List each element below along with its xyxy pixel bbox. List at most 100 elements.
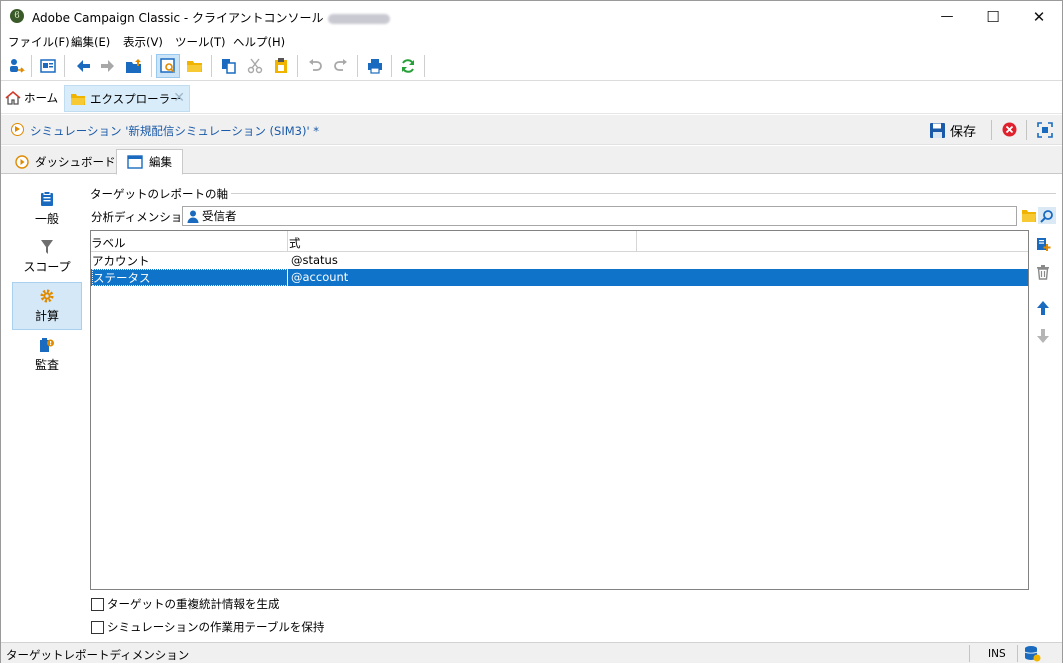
add-row-button[interactable] [1033,234,1053,254]
dimension-field[interactable]: 受信者 [182,206,1017,226]
menu-file[interactable]: ファイル(F) [8,34,70,50]
edit-window-icon [127,155,143,169]
redo-button[interactable] [329,54,353,78]
trash-icon [1037,265,1049,280]
database-icon [1024,646,1041,662]
move-up-button[interactable] [1033,298,1053,318]
grid-header: ラベル 式 [91,231,1028,252]
maximize-icon: ☐ [986,7,1000,26]
menu-help[interactable]: ヘルプ(H) [233,34,285,50]
fullscreen-button[interactable] [1037,122,1053,141]
tab-dashboard[interactable]: ダッシュボード [5,149,126,174]
home-tab-label: ホーム [24,91,59,105]
cut-button[interactable] [243,54,267,78]
delete-row-button[interactable] [1033,262,1053,282]
tab-edit[interactable]: 編集 [116,149,183,175]
database-status-button[interactable] [1024,645,1041,665]
status-bar: ターゲットレポートディメンション INS [1,642,1062,663]
insert-mode-indicator: INS [988,648,1006,660]
left-nav: 一般 スコープ 計算 監査 [1,175,87,641]
save-button[interactable]: 保存 [929,120,976,140]
duplicate-stats-checkbox[interactable]: ターゲットの重複統計情報を生成 [91,596,280,612]
row-expression-cell[interactable]: @account [291,270,348,284]
row-expression-cell[interactable]: @status [291,253,338,267]
column-separator[interactable] [287,231,288,252]
table-row-selected[interactable]: ステータス @account [91,269,1028,286]
expression-grid[interactable]: ラベル 式 アカウント @status ステータス @account [90,230,1029,590]
dimension-search-button[interactable] [1038,207,1056,224]
folder-up-button[interactable] [122,54,146,78]
app-window: ϐ Adobe Campaign Classic - クライアントコンソール —… [0,0,1063,663]
user-arrow-button[interactable] [4,54,28,78]
keep-work-table-label: シミュレーションの作業用テーブルを保持 [107,620,325,634]
keep-work-table-checkbox[interactable]: シミュレーションの作業用テーブルを保持 [91,619,324,635]
left-nav-calculation[interactable]: 計算 [12,282,82,330]
cancel-button[interactable] [1002,122,1017,140]
column-separator[interactable] [636,231,637,252]
context-bar: シミュレーション '新規配信シミュレーション (SIM3)' * 保存 [1,115,1062,145]
toolbar-separator [151,55,152,77]
undo-button[interactable] [303,54,327,78]
menu-view[interactable]: 表示(V) [123,34,163,50]
maximize-button[interactable]: ☐ [970,1,1016,32]
window-title-text: Adobe Campaign Classic - クライアントコンソール [32,11,324,25]
paste-button[interactable] [269,54,293,78]
column-header-expression[interactable]: 式 [289,235,301,251]
refresh-button[interactable] [396,54,420,78]
redo-icon [334,59,347,71]
user-arrow-icon [10,59,25,73]
separator [991,120,992,140]
group-divider [207,193,1056,194]
checkbox-box[interactable] [91,620,104,634]
status-text: ターゲットレポートディメンション [6,648,190,662]
copy-button[interactable] [217,54,241,78]
arrow-down-icon [1037,329,1049,343]
fullscreen-icon [1037,122,1053,138]
close-window-button[interactable]: ✕ [1016,1,1062,32]
left-nav-general[interactable]: 一般 [12,185,82,233]
close-icon: ✕ [1032,7,1046,26]
save-icon [930,122,945,138]
window-title: Adobe Campaign Classic - クライアントコンソール [32,9,390,26]
left-nav-audit[interactable]: 監査 [12,331,82,379]
home-tab[interactable]: ホーム [5,88,58,108]
left-nav-scope[interactable]: スコープ [12,233,82,281]
move-down-button[interactable] [1033,326,1053,346]
audit-icon [40,338,54,352]
explorer-tab-label: エクスプローラー [90,91,182,106]
cell-divider [287,269,288,286]
dimension-folder-button[interactable] [1021,208,1037,226]
row-label-cell[interactable]: ステータス [93,270,151,286]
toolbar-separator [31,55,32,77]
table-row[interactable]: アカウント @status [91,252,1028,269]
preview-toggle-button[interactable] [156,54,180,78]
checkbox-box[interactable] [91,597,104,611]
redacted-user [327,13,390,24]
open-folder-button[interactable] [183,54,207,78]
properties-button[interactable] [36,54,60,78]
minimize-button[interactable]: — [924,1,970,32]
back-button[interactable] [71,54,95,78]
menu-bar: ファイル(F) 編集(E) 表示(V) ツール(T) ヘルプ(H) [1,32,1062,51]
left-nav-general-label: 一般 [34,212,59,226]
clipboard-icon [41,191,53,206]
row-label-cell[interactable]: アカウント [92,253,150,269]
left-nav-calculation-label: 計算 [34,309,59,323]
duplicate-stats-label: ターゲットの重複統計情報を生成 [107,597,280,611]
paste-icon [275,58,287,73]
toolbar-separator [211,55,212,77]
search-icon [1040,209,1053,223]
arrow-left-icon [77,60,90,72]
column-header-label[interactable]: ラベル [91,235,126,251]
toolbar-separator [391,55,392,77]
print-button[interactable] [363,54,387,78]
dimension-value: 受信者 [202,209,237,223]
close-tab-icon[interactable]: ✕ [173,90,185,106]
menu-tools[interactable]: ツール(T) [175,34,226,50]
main-toolbar [1,51,1062,81]
menu-edit[interactable]: 編集(E) [71,34,110,50]
folder-up-icon [126,59,141,73]
dashboard-icon [15,154,29,169]
explorer-tab[interactable]: エクスプローラー ✕ [64,85,190,112]
forward-button[interactable] [96,54,120,78]
